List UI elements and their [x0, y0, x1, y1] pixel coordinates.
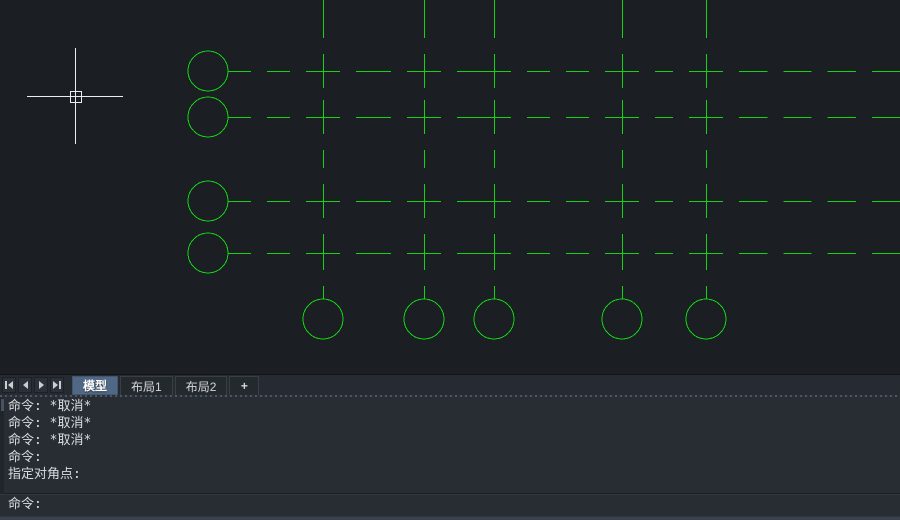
command-history-line: 命令: *取消*: [8, 398, 894, 415]
command-scrollbar-thumb[interactable]: [1, 399, 4, 411]
tab-模型[interactable]: 模型: [72, 376, 118, 395]
skip-last-icon: [53, 381, 58, 389]
grid-bubble-bottom[interactable]: [303, 299, 343, 339]
tab-nav-last-button[interactable]: [50, 377, 64, 393]
command-history-line: 命令:: [8, 449, 894, 466]
command-history: 命令: *取消*命令: *取消*命令: *取消*命令:指定对角点:: [0, 397, 900, 493]
command-window-bottom-edge: [0, 516, 900, 520]
grid-bubble-bottom[interactable]: [404, 299, 444, 339]
tab-nav-first-button[interactable]: [2, 377, 16, 393]
grid-bubble-left[interactable]: [188, 233, 228, 273]
grid-bubble-bottom[interactable]: [686, 299, 726, 339]
prev-tab-icon: [23, 381, 28, 389]
cad-application-window: 模型布局1布局2+ 命令: *取消*命令: *取消*命令: *取消*命令:指定对…: [0, 0, 900, 520]
crosshair-cursor: [27, 48, 123, 144]
tab-布局1[interactable]: 布局1: [120, 376, 173, 395]
skip-last-icon: [59, 381, 61, 389]
command-scrollbar[interactable]: [0, 398, 4, 494]
command-history-line: 命令: *取消*: [8, 432, 894, 449]
command-history-line: 指定对角点:: [8, 466, 894, 483]
layout-tab-bar: 模型布局1布局2+: [0, 374, 900, 395]
grid-bubble-bottom[interactable]: [474, 299, 514, 339]
tab-nav-prev-button[interactable]: [18, 377, 32, 393]
skip-first-icon: [8, 381, 13, 389]
grid-bubble-left[interactable]: [188, 97, 228, 137]
new-layout-tab-button[interactable]: +: [229, 376, 259, 395]
grid-bubble-left[interactable]: [188, 51, 228, 91]
command-history-line: 命令: *取消*: [8, 415, 894, 432]
drawing-canvas[interactable]: [0, 0, 900, 374]
skip-first-icon: [5, 381, 7, 389]
next-tab-icon: [39, 381, 44, 389]
command-line-window[interactable]: 命令: *取消*命令: *取消*命令: *取消*命令:指定对角点: 命令:: [0, 397, 900, 520]
model-space-drawing: [0, 0, 900, 374]
tab-nav-next-button[interactable]: [34, 377, 48, 393]
tab-布局2[interactable]: 布局2: [175, 376, 228, 395]
grid-bubble-left[interactable]: [188, 181, 228, 221]
command-input-line[interactable]: 命令:: [0, 494, 900, 516]
layout-tabs: 模型布局1布局2+: [72, 375, 259, 395]
grid-bubble-bottom[interactable]: [602, 299, 642, 339]
